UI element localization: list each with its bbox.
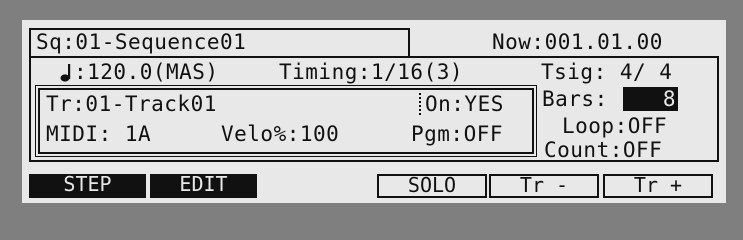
time-signature-field[interactable]: Tsig: 4/ 4 [541, 60, 672, 84]
edit-softkey[interactable]: EDIT [150, 174, 257, 198]
sequence-field[interactable]: Sq:01-Sequence01 [36, 30, 246, 54]
program-field[interactable]: Pgm:OFF [411, 122, 503, 146]
now-position[interactable]: Now:001.01.00 [492, 30, 663, 54]
tempo-field[interactable]: :120.0(MAS) [74, 60, 219, 84]
note-icon [60, 64, 71, 82]
solo-softkey[interactable]: SOLO [377, 174, 487, 198]
track-plus-softkey[interactable]: Tr + [603, 174, 713, 198]
track-minus-softkey[interactable]: Tr - [489, 174, 599, 198]
bars-label: Bars: [542, 87, 608, 111]
velocity-field[interactable]: Velo%:100 [221, 122, 339, 146]
count-field[interactable]: Count:OFF [544, 138, 662, 162]
bars-value-field[interactable]: 8 [623, 87, 678, 111]
lcd-screen: Sq:01-Sequence01 Now:001.01.00 :120.0(MA… [22, 20, 726, 203]
track-field[interactable]: Tr:01-Track01 [46, 92, 217, 116]
track-on-field[interactable]: On:YES [425, 92, 504, 116]
timing-field[interactable]: Timing:1/16(3) [279, 60, 463, 84]
midi-field[interactable]: MIDI: 1A [46, 122, 151, 146]
on-divider [419, 93, 421, 115]
loop-field[interactable]: Loop:OFF [562, 114, 667, 138]
step-softkey[interactable]: STEP [29, 174, 146, 198]
